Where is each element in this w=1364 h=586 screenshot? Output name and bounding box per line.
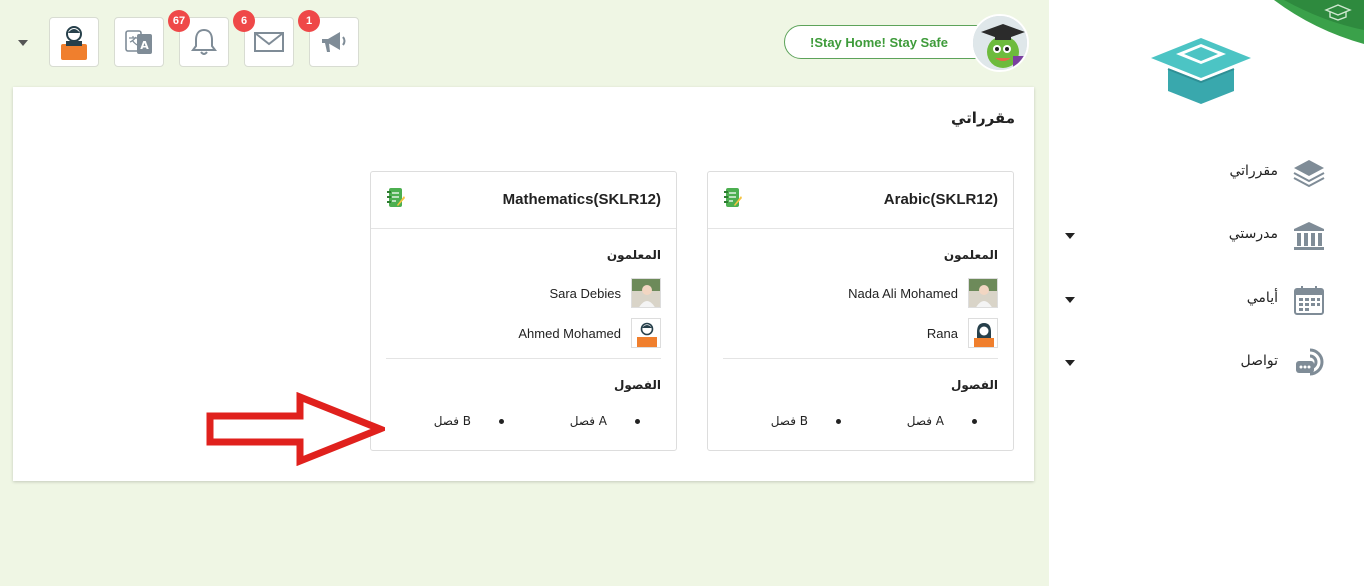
sidebar-item-label: أيامي (1246, 290, 1278, 306)
course-header: Arabic(SKLR12) (708, 172, 1013, 229)
page-title: مقرراتي (951, 109, 1015, 127)
female-avatar-icon (969, 319, 997, 347)
user-avatar-icon (61, 26, 87, 60)
class-item[interactable]: فصل B (771, 414, 841, 428)
teacher-name: Ahmed Mohamed (518, 325, 621, 341)
course-title[interactable]: Arabic(SKLR12) (884, 191, 998, 208)
notifications-badge: 67 (168, 10, 190, 32)
teachers-label: المعلمون (943, 248, 998, 262)
corner-decoration-icon (1274, 0, 1364, 44)
sidebar-item-communication[interactable]: تواصل (1049, 343, 1364, 383)
envelope-icon (254, 32, 284, 52)
teacher-row[interactable]: Ahmed Mohamed (518, 318, 661, 348)
class-item[interactable]: فصل B (434, 414, 504, 428)
chevron-down-icon[interactable] (1065, 360, 1075, 366)
chevron-down-icon[interactable] (1065, 297, 1075, 303)
language-button[interactable]: A (114, 17, 164, 67)
school-icon (1294, 222, 1324, 250)
sidebar-item-label: مقرراتي (1229, 163, 1278, 179)
course-header: Mathematics(SKLR12) (371, 172, 676, 229)
bell-icon (191, 28, 217, 55)
announcements-button[interactable]: 1 (298, 10, 359, 67)
brand-logo-icon (1151, 38, 1251, 104)
sidebar-item-label: تواصل (1240, 353, 1278, 369)
course-card-mathematics[interactable]: Mathematics(SKLR12) المعلمون Sara Debies… (370, 171, 677, 451)
layers-icon (1293, 160, 1325, 188)
sidebar-item-my-courses[interactable]: مقرراتي (1049, 153, 1364, 193)
teacher-row[interactable]: Nada Ali Mohamed (848, 278, 998, 308)
teachers-label: المعلمون (606, 248, 661, 262)
sidebar-item-my-school[interactable]: مدرستي (1049, 216, 1364, 256)
bullet (635, 418, 640, 424)
divider (723, 358, 998, 359)
messages-button[interactable]: 6 (233, 10, 294, 67)
sidebar-item-my-days[interactable]: أيامي (1049, 280, 1364, 320)
bullet (836, 418, 841, 424)
profile-button[interactable] (49, 17, 99, 67)
class-label: فصل A (906, 414, 944, 428)
teacher-photo-icon (632, 279, 660, 307)
calendar-icon (1294, 286, 1324, 315)
teacher-name: Rana (926, 325, 958, 341)
class-label: فصل B (433, 414, 471, 428)
svg-text:A: A (140, 39, 149, 52)
stay-home-banner[interactable]: !Stay Home! Stay Safe (784, 25, 994, 59)
chat-icon (1296, 348, 1324, 376)
course-card-arabic[interactable]: Arabic(SKLR12) المعلمون Nada Ali Mohamed… (707, 171, 1014, 451)
red-arrow-annotation-icon (206, 392, 385, 466)
sidebar: مقرراتي مدرستي أيامي تواصل (1049, 0, 1364, 586)
classes-label: الفصول (613, 378, 661, 392)
teacher-photo (968, 278, 998, 308)
courses-panel: مقرراتي Arabic(SKLR12) المعلمون Nada Ali… (13, 87, 1034, 481)
announcements-badge: 1 (298, 10, 320, 32)
divider (386, 358, 661, 359)
mascot-avatar (971, 14, 1029, 72)
notebook-edit-icon (724, 188, 742, 207)
teacher-photo-icon (969, 279, 997, 307)
bullet (972, 418, 977, 424)
teacher-name: Sara Debies (549, 285, 621, 301)
megaphone-icon (322, 32, 346, 52)
teacher-photo (631, 278, 661, 308)
course-title[interactable]: Mathematics(SKLR12) (503, 191, 661, 208)
teacher-avatar (968, 318, 998, 348)
bullet (499, 418, 504, 424)
classes-label: الفصول (950, 378, 998, 392)
class-item[interactable]: فصل A (570, 414, 640, 428)
notebook-edit-icon (387, 188, 405, 207)
mascot-graduate-icon (973, 16, 1027, 70)
teacher-name: Nada Ali Mohamed (848, 285, 958, 301)
chevron-down-icon[interactable] (1065, 233, 1075, 239)
male-avatar-icon (632, 319, 660, 347)
class-item[interactable]: فصل A (907, 414, 977, 428)
class-label: فصل B (770, 414, 808, 428)
sidebar-item-label: مدرستي (1228, 226, 1278, 242)
class-label: فصل A (569, 414, 607, 428)
messages-badge: 6 (233, 10, 255, 32)
teacher-row[interactable]: Rana (927, 318, 998, 348)
account-dropdown-caret[interactable] (18, 40, 28, 46)
teacher-avatar (631, 318, 661, 348)
teacher-row[interactable]: Sara Debies (549, 278, 661, 308)
notifications-button[interactable]: 67 (168, 10, 229, 67)
translate-icon: A (125, 30, 152, 54)
